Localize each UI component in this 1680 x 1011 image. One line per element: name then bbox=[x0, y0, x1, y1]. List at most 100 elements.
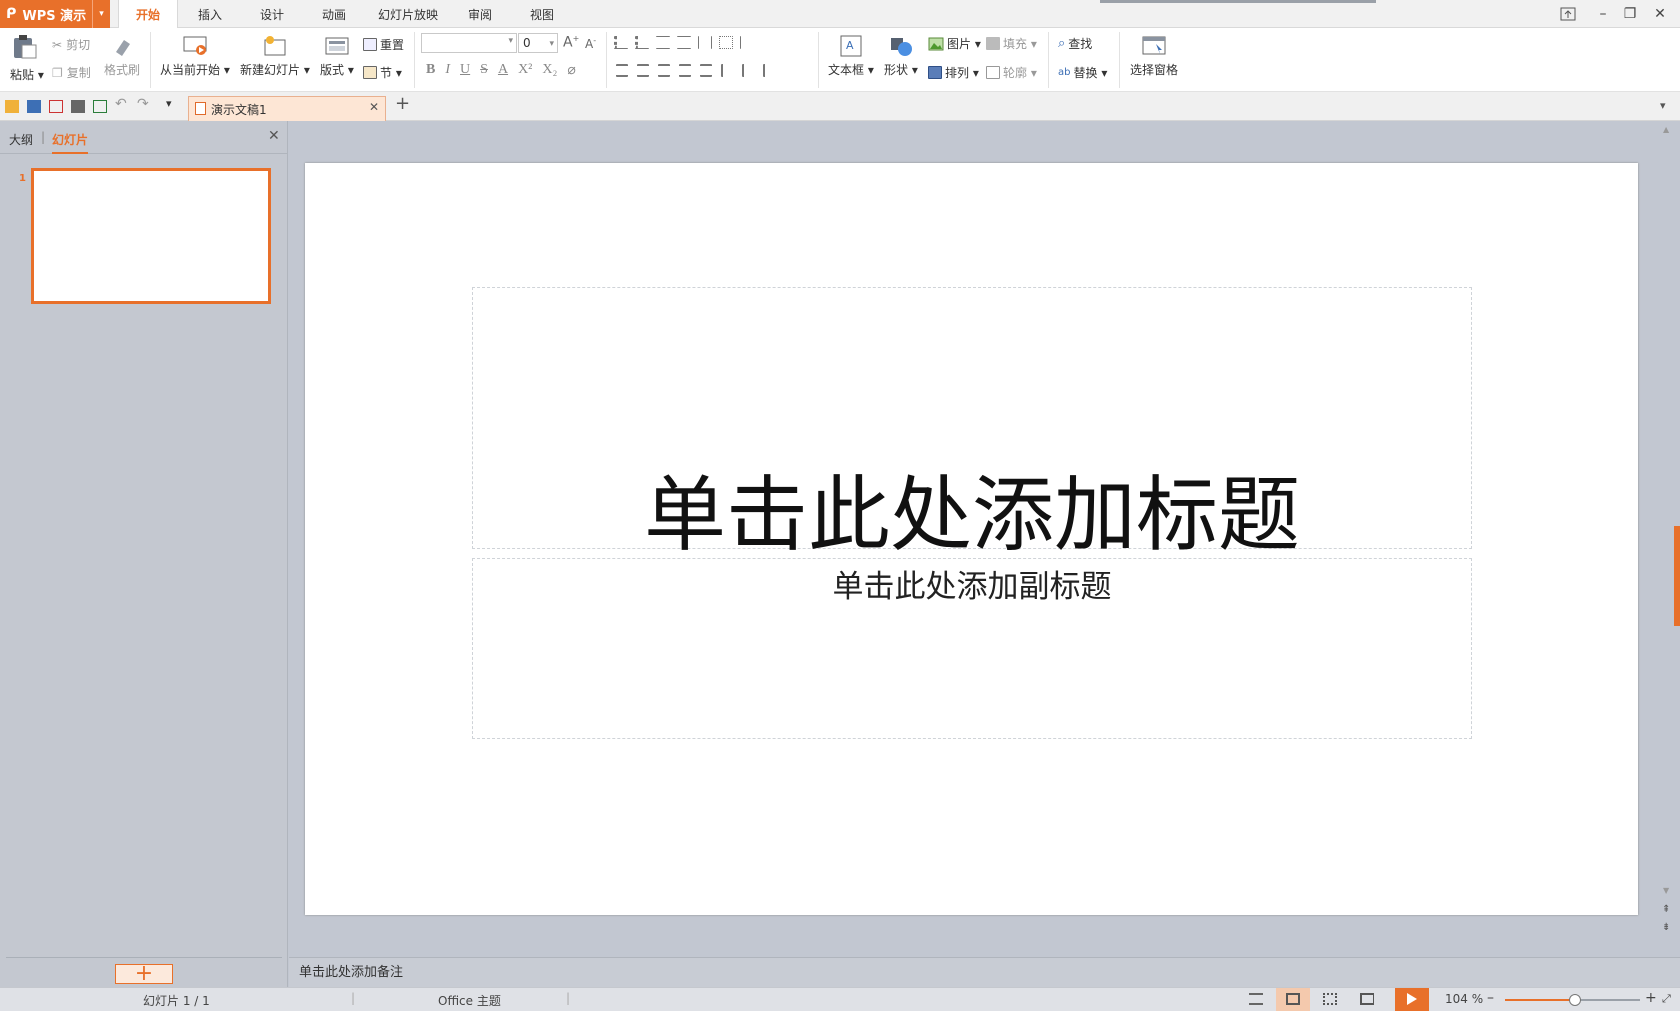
close-tab-icon[interactable]: ✕ bbox=[369, 100, 379, 114]
copy-button[interactable]: ❐ 复制 bbox=[52, 64, 91, 81]
presentation-file-icon bbox=[195, 102, 206, 115]
zoom-slider-thumb[interactable] bbox=[1569, 994, 1582, 1006]
redo-icon[interactable]: ↷ bbox=[137, 96, 149, 112]
picture-button[interactable]: 图片 ▾ bbox=[928, 35, 981, 52]
normal-view-button[interactable] bbox=[1276, 988, 1310, 1011]
bullet-list-icon[interactable] bbox=[614, 36, 628, 49]
tab-outline[interactable]: 大纲 bbox=[9, 131, 33, 148]
outline-button[interactable]: 轮廓 ▾ bbox=[986, 64, 1037, 81]
title-placeholder[interactable]: 单击此处添加标题 bbox=[472, 287, 1472, 563]
replace-button[interactable]: ab 替换 ▾ bbox=[1058, 64, 1107, 81]
export-pdf-icon[interactable] bbox=[49, 100, 63, 113]
zoom-slider[interactable] bbox=[1505, 994, 1640, 1006]
notes-toggle-icon[interactable] bbox=[1249, 993, 1263, 1005]
tab-view[interactable]: 视图 bbox=[514, 0, 570, 28]
text-box-button[interactable]: A 文本框 ▾ bbox=[828, 34, 874, 78]
slide[interactable]: 单击此处添加标题 单击此处添加副标题 bbox=[305, 163, 1638, 915]
new-tab-icon[interactable]: + bbox=[395, 93, 410, 114]
format-painter-button[interactable]: 格式刷 bbox=[104, 34, 140, 78]
align-right-icon[interactable] bbox=[658, 64, 670, 77]
tab-animation[interactable]: 动画 bbox=[304, 0, 364, 28]
reset-button[interactable]: 重置 bbox=[363, 36, 404, 53]
find-button[interactable]: ⌕ 查找 bbox=[1058, 35, 1092, 52]
arrange-button[interactable]: 排列 ▾ bbox=[928, 64, 979, 81]
layout-button[interactable]: 版式 ▾ bbox=[320, 34, 354, 78]
scroll-up-icon[interactable]: ▲ bbox=[1663, 125, 1669, 134]
previous-slide-icon[interactable]: ⇞ bbox=[1662, 904, 1670, 915]
font-size-combo[interactable]: 0 ▾ bbox=[518, 33, 558, 53]
slide-thumbnail[interactable] bbox=[31, 168, 271, 304]
line-spacing-icon[interactable] bbox=[721, 64, 733, 77]
strikethrough-button[interactable]: S bbox=[480, 62, 488, 79]
from-current-slide-button[interactable]: 从当前开始 ▾ bbox=[160, 34, 230, 78]
align-left-icon[interactable] bbox=[616, 64, 628, 77]
tab-slides[interactable]: 幻灯片 bbox=[52, 131, 89, 154]
text-box-icon: A bbox=[840, 35, 862, 57]
numbered-list-icon[interactable] bbox=[635, 36, 649, 49]
zoom-out-icon[interactable]: – bbox=[1487, 990, 1494, 1006]
vertical-scrollbar[interactable]: ▲ ▼ ⇞ ⇟ bbox=[1655, 121, 1680, 957]
shape-button[interactable]: 形状 ▾ bbox=[884, 34, 918, 78]
section-button[interactable]: 节 ▾ bbox=[363, 64, 402, 81]
font-size-dropdown-icon[interactable]: ▾ bbox=[549, 35, 554, 53]
reading-view-icon[interactable] bbox=[1360, 993, 1374, 1005]
close-window-icon[interactable]: ✕ bbox=[1646, 2, 1674, 26]
new-slide-button[interactable]: 新建幻灯片 ▾ bbox=[240, 34, 310, 78]
wps-app-menu-button[interactable]: ᑭ WPS 演示 ▾ bbox=[0, 0, 110, 28]
paste-button[interactable]: 粘贴 ▾ bbox=[10, 34, 44, 83]
superscript-button[interactable]: X² bbox=[518, 62, 532, 79]
zoom-in-icon[interactable]: + bbox=[1645, 990, 1657, 1006]
fill-button[interactable]: 填充 ▾ bbox=[986, 35, 1037, 52]
decrease-font-icon[interactable]: A- bbox=[585, 36, 596, 51]
document-tab[interactable]: 演示文稿1 ✕ bbox=[188, 96, 386, 121]
bold-button[interactable]: B bbox=[426, 62, 435, 79]
next-slide-icon[interactable]: ⇟ bbox=[1662, 922, 1670, 933]
customize-toolbar-icon[interactable]: ▾ bbox=[166, 97, 172, 110]
tab-review[interactable]: 审阅 bbox=[452, 0, 508, 28]
subtitle-placeholder[interactable]: 单击此处添加副标题 bbox=[472, 558, 1472, 739]
text-direction-icon[interactable] bbox=[698, 36, 712, 49]
increase-indent-icon[interactable] bbox=[677, 36, 691, 49]
paragraph-spacing-icon[interactable] bbox=[742, 64, 754, 77]
side-panel-toggle[interactable] bbox=[1674, 526, 1680, 626]
selection-pane-button[interactable]: 选择窗格 bbox=[1130, 34, 1178, 78]
slide-sorter-icon[interactable] bbox=[1323, 993, 1337, 1005]
tab-design[interactable]: 设计 bbox=[242, 0, 302, 28]
subscript-button[interactable]: X₂ bbox=[542, 62, 557, 79]
undo-icon[interactable]: ↶ bbox=[115, 96, 127, 112]
ribbon-collapse-icon[interactable]: ▾ bbox=[1660, 99, 1666, 112]
align-center-icon[interactable] bbox=[637, 64, 649, 77]
italic-button[interactable]: I bbox=[445, 62, 450, 79]
skin-upload-icon[interactable] bbox=[1554, 2, 1582, 26]
add-slide-button[interactable]: + bbox=[115, 963, 173, 985]
close-pane-icon[interactable]: ✕ bbox=[268, 128, 280, 144]
restore-icon[interactable]: ❐ bbox=[1616, 2, 1644, 26]
print-icon[interactable] bbox=[71, 100, 85, 113]
slideshow-play-button[interactable] bbox=[1395, 988, 1429, 1011]
print-preview-icon[interactable] bbox=[93, 100, 107, 113]
font-name-dropdown-icon[interactable]: ▾ bbox=[508, 36, 513, 46]
decrease-indent-icon[interactable] bbox=[656, 36, 670, 49]
fit-window-icon[interactable]: ⤢ bbox=[1662, 992, 1671, 1006]
justify-icon[interactable] bbox=[679, 64, 691, 77]
align-text-icon[interactable] bbox=[719, 36, 733, 49]
clear-format-icon[interactable]: ⌀ bbox=[567, 62, 575, 79]
underline-button[interactable]: U bbox=[460, 62, 470, 79]
save-icon[interactable] bbox=[27, 100, 41, 113]
open-folder-icon[interactable] bbox=[5, 100, 19, 113]
distribute-icon[interactable] bbox=[700, 64, 712, 77]
cut-button[interactable]: ✂ 剪切 bbox=[52, 36, 90, 53]
scroll-down-icon[interactable]: ▼ bbox=[1663, 886, 1669, 895]
minimize-icon[interactable]: – bbox=[1589, 2, 1617, 26]
columns-icon[interactable] bbox=[740, 36, 754, 49]
notes-pane[interactable]: 单击此处添加备注 bbox=[289, 957, 1680, 987]
increase-font-icon[interactable]: A+ bbox=[563, 34, 579, 51]
font-color-button[interactable]: A bbox=[498, 62, 508, 79]
tab-home[interactable]: 开始 bbox=[118, 0, 178, 29]
app-menu-dropdown-icon[interactable]: ▾ bbox=[92, 0, 110, 28]
tab-insert[interactable]: 插入 bbox=[180, 0, 240, 28]
font-name-combo[interactable]: ▾ bbox=[421, 33, 517, 53]
document-tab-label: 演示文稿1 bbox=[211, 103, 267, 117]
bullets-style-icon[interactable] bbox=[763, 64, 775, 77]
tab-slideshow[interactable]: 幻灯片放映 bbox=[366, 0, 450, 28]
